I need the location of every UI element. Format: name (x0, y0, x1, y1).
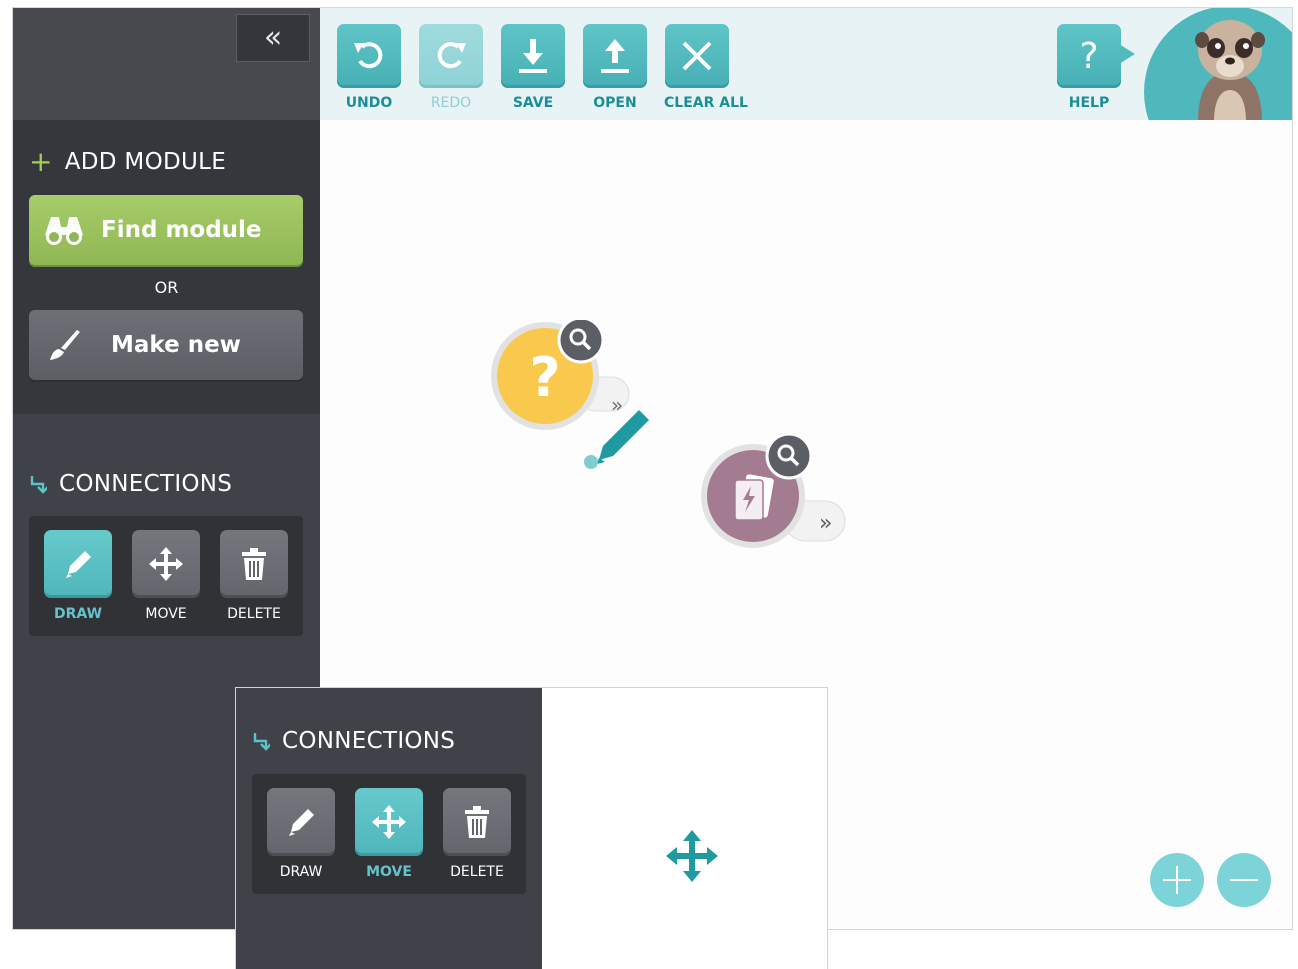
move-arrows-icon (149, 547, 183, 581)
delete-tool[interactable]: DELETE (219, 530, 289, 622)
help-label: HELP (1068, 95, 1110, 111)
redo-icon (437, 42, 466, 69)
sidebar-header: « (13, 8, 320, 120)
inset-connections-title: CONNECTIONS (282, 728, 456, 754)
unknown-module-node[interactable]: ? » (491, 316, 651, 470)
trash-icon (242, 548, 266, 580)
help-button[interactable]: ? HELP (1056, 24, 1135, 111)
trigger-module-node[interactable]: » (701, 426, 851, 550)
find-module-label: Find module (101, 217, 262, 243)
inset-draw-tool-label: DRAW (279, 864, 323, 880)
paintbrush-icon (47, 328, 81, 362)
inset-delete-tool-label: DELETE (450, 864, 504, 880)
speech-tail-icon (1119, 44, 1135, 64)
download-icon (519, 39, 547, 73)
pencil-icon (289, 809, 314, 836)
connections-heading: CONNECTIONS (29, 471, 232, 497)
svg-text:»: » (611, 393, 623, 417)
inset-move-tool[interactable]: MOVE (354, 788, 424, 880)
undo-button-face[interactable] (337, 24, 401, 88)
connection-arrow-icon (29, 474, 47, 494)
open-label: OPEN (593, 95, 637, 111)
undo-label: UNDO (345, 95, 393, 111)
move-tool-label: MOVE (145, 606, 187, 622)
add-module-title: ADD MODULE (64, 149, 227, 175)
collapse-sidebar-button[interactable]: « (236, 14, 310, 62)
svg-text:»: » (819, 511, 832, 536)
delete-tool-label: DELETE (227, 606, 281, 622)
redo-button[interactable]: REDO (418, 24, 484, 111)
draw-tool[interactable]: DRAW (43, 530, 113, 622)
meerkat-mascot (1142, 8, 1292, 120)
open-button-face[interactable] (583, 24, 647, 88)
clear-all-button-face[interactable] (665, 24, 729, 88)
plus-icon: + (29, 145, 53, 178)
save-button-face[interactable] (501, 24, 565, 88)
help-button-face[interactable]: ? (1057, 24, 1135, 88)
inset-delete-tool-button[interactable] (443, 788, 511, 856)
redo-label: REDO (430, 95, 472, 111)
draw-tool-label: DRAW (53, 606, 103, 622)
save-button[interactable]: SAVE (500, 24, 566, 111)
inset-panel: CONNECTIONS DRAW MOVE DELETE (235, 687, 828, 969)
close-icon (682, 41, 712, 71)
move-arrows-icon (372, 805, 406, 839)
inset-connections-heading: CONNECTIONS (252, 728, 455, 754)
inset-move-tool-label: MOVE (366, 864, 412, 880)
move-tool[interactable]: MOVE (131, 530, 201, 622)
top-toolbar: UNDO REDO SAVE OPEN CLEAR ALL ? HELP (320, 8, 1292, 120)
trash-icon (465, 806, 489, 838)
make-new-button[interactable]: Make new (29, 310, 303, 380)
undo-button[interactable]: UNDO (336, 24, 402, 111)
inset-delete-tool[interactable]: DELETE (442, 788, 512, 880)
move-cursor-icon (664, 828, 720, 888)
draw-tool-button[interactable] (44, 530, 112, 598)
redo-button-face[interactable] (419, 24, 483, 88)
inset-connection-tools: DRAW MOVE DELETE (252, 774, 526, 894)
clear-all-label: CLEAR ALL (664, 95, 748, 111)
or-separator: OR (154, 278, 179, 297)
connection-arrow-icon (252, 731, 270, 751)
add-module-heading: + ADD MODULE (29, 148, 226, 176)
minus-icon (1230, 879, 1258, 881)
make-new-label: Make new (111, 332, 241, 358)
binoculars-icon (43, 213, 85, 247)
upload-icon (601, 39, 629, 73)
inset-draw-tool[interactable]: DRAW (266, 788, 336, 880)
connection-tools: DRAW MOVE DELETE (29, 516, 303, 636)
pencil-icon (66, 551, 91, 578)
zoom-out-button[interactable] (1217, 853, 1271, 907)
inset-sidebar: CONNECTIONS DRAW MOVE DELETE (236, 688, 542, 969)
zoom-in-button[interactable] (1150, 853, 1204, 907)
plus-icon (1163, 866, 1191, 894)
find-module-button[interactable]: Find module (29, 195, 303, 265)
clear-all-button[interactable]: CLEAR ALL (664, 24, 748, 111)
delete-tool-button[interactable] (220, 530, 288, 598)
inset-move-tool-button[interactable] (355, 788, 423, 856)
save-label: SAVE (512, 95, 554, 111)
open-button[interactable]: OPEN (582, 24, 648, 111)
connections-title: CONNECTIONS (59, 471, 233, 497)
question-mark-icon: ? (1079, 35, 1099, 77)
undo-icon (354, 42, 383, 69)
add-module-section: + ADD MODULE Find module OR Make new (13, 120, 320, 414)
move-tool-button[interactable] (132, 530, 200, 598)
inset-draw-tool-button[interactable] (267, 788, 335, 856)
svg-text:?: ? (529, 346, 560, 409)
